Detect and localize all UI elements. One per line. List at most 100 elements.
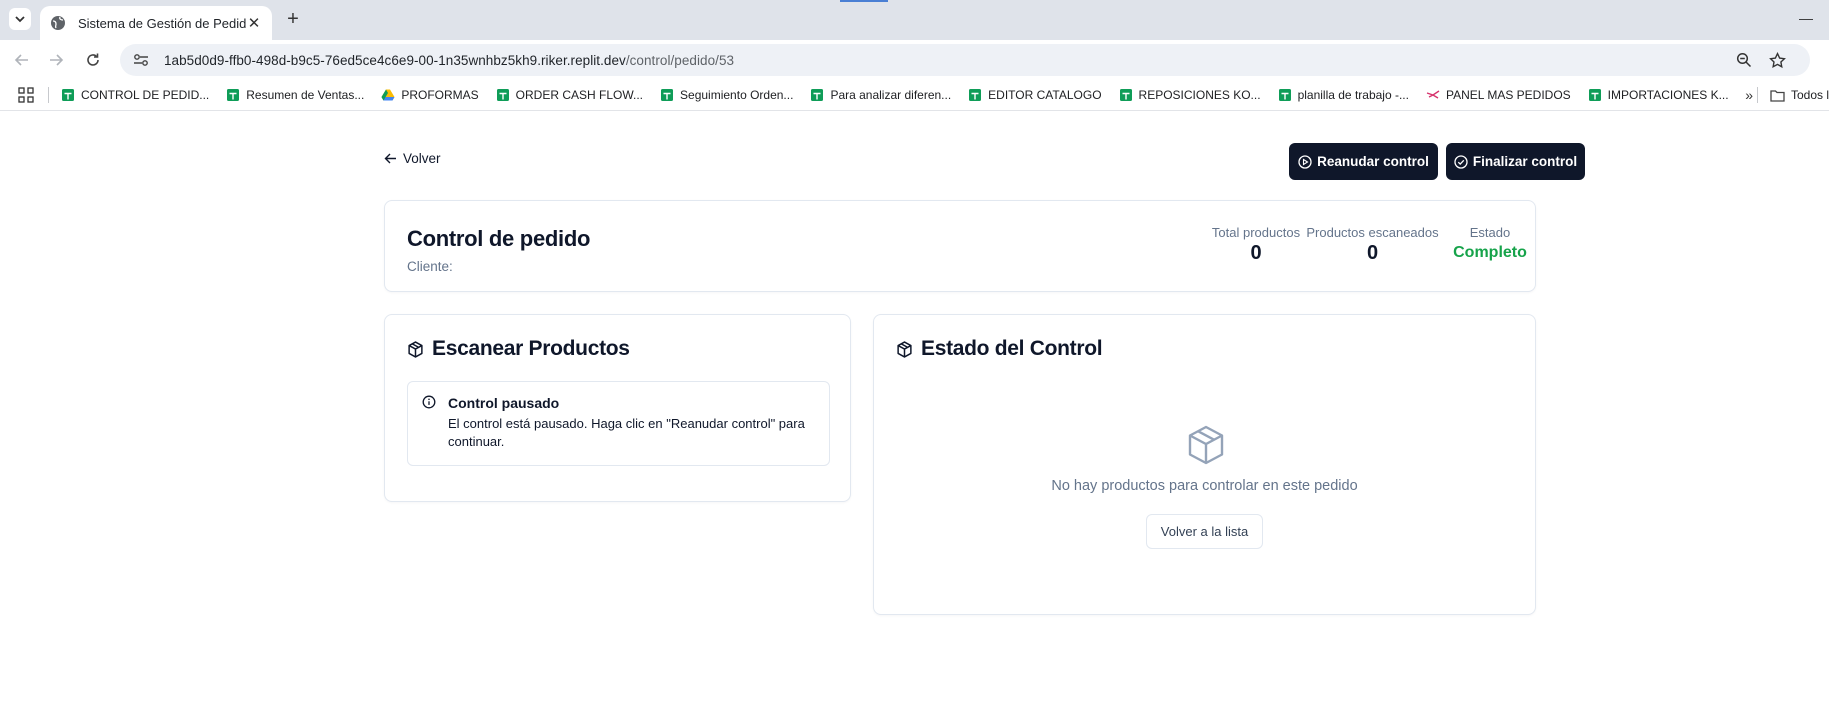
zoom-button[interactable] <box>1734 50 1754 70</box>
browser-toolbar: 1ab5d0d9-ffb0-498d-b9c5-76ed5ce4c6e9-00-… <box>0 40 1829 80</box>
bookmarks-list: CONTROL DE PEDID... Resumen de Ventas... P… <box>61 88 1746 102</box>
page-content: Volver Reanudar control Finalizar contro… <box>384 111 1585 201</box>
globe-icon <box>51 16 65 30</box>
brand-icon <box>1426 88 1440 102</box>
bookmark-label: PANEL MAS PEDIDOS <box>1445 88 1571 102</box>
client-label: Cliente: <box>407 259 453 274</box>
back-nav-button[interactable] <box>12 50 32 70</box>
scanned-products-stat: Productos escaneados 0 <box>1298 225 1447 265</box>
sheets-icon <box>61 88 75 102</box>
alert-title: Control pausado <box>448 395 560 411</box>
sheets-icon <box>660 88 674 102</box>
address-bar[interactable]: 1ab5d0d9-ffb0-498d-b9c5-76ed5ce4c6e9-00-… <box>120 44 1810 76</box>
play-circle-icon <box>1298 154 1312 169</box>
scan-card-title: Escanear Productos <box>407 337 630 361</box>
finish-control-button[interactable]: Finalizar control <box>1446 143 1585 180</box>
site-settings-icon[interactable] <box>132 51 150 69</box>
bookmark-item[interactable]: CONTROL DE PEDID... <box>61 88 209 102</box>
arrow-left-icon <box>384 153 396 164</box>
reload-button[interactable] <box>83 50 103 70</box>
sheets-icon <box>968 88 982 102</box>
bookmarks-bar: CONTROL DE PEDID... Resumen de Ventas... P… <box>0 80 1829 111</box>
arrow-right-icon <box>50 54 64 66</box>
control-status-card: Estado del Control No hay productos para… <box>873 314 1536 615</box>
sheets-icon <box>1588 88 1602 102</box>
sheets-icon <box>1278 88 1292 102</box>
bookmark-label: Para analizar diferen... <box>830 88 952 102</box>
star-icon <box>1768 51 1786 68</box>
bookmark-item[interactable]: EDITOR CATALOGO <box>968 88 1102 102</box>
url-host: 1ab5d0d9-ffb0-498d-b9c5-76ed5ce4c6e9-00-… <box>164 52 626 68</box>
finish-control-label: Finalizar control <box>1472 154 1578 169</box>
empty-package-icon <box>1188 425 1224 465</box>
bookmark-item[interactable]: Seguimiento Orden... <box>660 88 793 102</box>
bookmark-label: CONTROL DE PEDID... <box>81 88 210 102</box>
bookmark-item[interactable]: ORDER CASH FLOW... <box>496 88 643 102</box>
folder-icon <box>1770 89 1785 102</box>
back-label: Volver <box>403 151 441 166</box>
bookmark-label: Resumen de Ventas... <box>246 88 365 102</box>
url-path: /control/pedido/53 <box>625 52 735 68</box>
zoom-out-icon <box>1736 52 1752 68</box>
empty-state-text: No hay productos para controlar en este … <box>1051 478 1358 494</box>
apps-grid-icon[interactable] <box>18 87 34 103</box>
all-bookmarks-label: Todos l <box>1790 88 1829 102</box>
status-card-title-text: Estado del Control <box>921 337 1103 360</box>
tab-strip: Sistema de Gestión de Pedidos ✕ + — <box>0 0 1829 40</box>
sheets-icon <box>810 88 824 102</box>
scanned-products-value: 0 <box>1366 242 1379 264</box>
bookmark-star-button[interactable] <box>1767 50 1787 70</box>
back-to-list-button[interactable]: Volver a la lista <box>1146 514 1263 549</box>
paused-alert: Control pausado El control está pausado.… <box>407 381 830 466</box>
order-header-card: Control de pedido Cliente: Total product… <box>384 200 1536 292</box>
page-title: Control de pedido <box>407 226 591 251</box>
action-row: Volver Reanudar control Finalizar contro… <box>384 111 1585 201</box>
package-icon <box>408 340 423 358</box>
bookmark-item[interactable]: Para analizar diferen... <box>810 88 951 102</box>
arrow-left-icon <box>14 54 28 66</box>
resume-control-label: Reanudar control <box>1317 154 1429 169</box>
bookmark-item[interactable]: planilla de trabajo -... <box>1278 88 1409 102</box>
bookmark-item[interactable]: PROFORMAS <box>381 88 479 102</box>
bookmark-label: planilla de trabajo -... <box>1297 88 1409 102</box>
bookmark-label: REPOSICIONES KO... <box>1138 88 1261 102</box>
bookmark-label: IMPORTACIONES K... <box>1607 88 1729 102</box>
status-stat: Estado Completo <box>1450 225 1530 262</box>
bookmark-item[interactable]: REPOSICIONES KO... <box>1119 88 1261 102</box>
bookmark-item[interactable]: PANEL MAS PEDIDOS <box>1426 88 1571 102</box>
close-tab-icon[interactable]: ✕ <box>246 14 262 32</box>
resume-control-button[interactable]: Reanudar control <box>1289 143 1438 180</box>
forward-nav-button[interactable] <box>46 50 66 70</box>
sheets-icon <box>496 88 510 102</box>
bookmark-item[interactable]: IMPORTACIONES K... <box>1588 88 1729 102</box>
bookmark-label: ORDER CASH FLOW... <box>515 88 644 102</box>
bookmark-label: PROFORMAS <box>401 88 479 102</box>
chevron-down-icon <box>15 16 25 23</box>
check-circle-icon <box>1454 154 1468 169</box>
minimize-window-icon[interactable]: — <box>1799 10 1813 26</box>
package-icon <box>897 340 912 358</box>
bookmark-item[interactable]: Resumen de Ventas... <box>226 88 364 102</box>
new-tab-button[interactable]: + <box>282 9 304 29</box>
url-text: 1ab5d0d9-ffb0-498d-b9c5-76ed5ce4c6e9-00-… <box>164 53 734 68</box>
tab-title: Sistema de Gestión de Pedidos <box>78 15 246 31</box>
bookmark-label: Seguimiento Orden... <box>680 88 794 102</box>
back-link[interactable]: Volver <box>384 151 441 166</box>
tab-group-indicator <box>840 0 888 2</box>
bookmark-label: EDITOR CATALOGO <box>988 88 1102 102</box>
status-value: Completo <box>1453 244 1527 261</box>
tab-search-button[interactable] <box>9 8 31 30</box>
more-bookmarks-button[interactable]: » <box>1745 87 1753 103</box>
status-label: Estado <box>1469 225 1511 240</box>
sheets-icon <box>226 88 240 102</box>
drive-icon <box>381 88 395 102</box>
sheets-icon <box>1119 88 1133 102</box>
all-bookmarks-folder[interactable]: Todos l <box>1756 87 1829 103</box>
alert-text: El control está pausado. Haga clic en "R… <box>448 416 805 449</box>
bookmarks-divider <box>48 87 49 103</box>
info-icon <box>422 395 436 409</box>
browser-tab[interactable]: Sistema de Gestión de Pedidos ✕ <box>40 6 272 40</box>
scan-card-title-text: Escanear Productos <box>432 337 630 360</box>
scanned-products-label: Productos escaneados <box>1306 225 1439 240</box>
reload-icon <box>87 53 99 66</box>
